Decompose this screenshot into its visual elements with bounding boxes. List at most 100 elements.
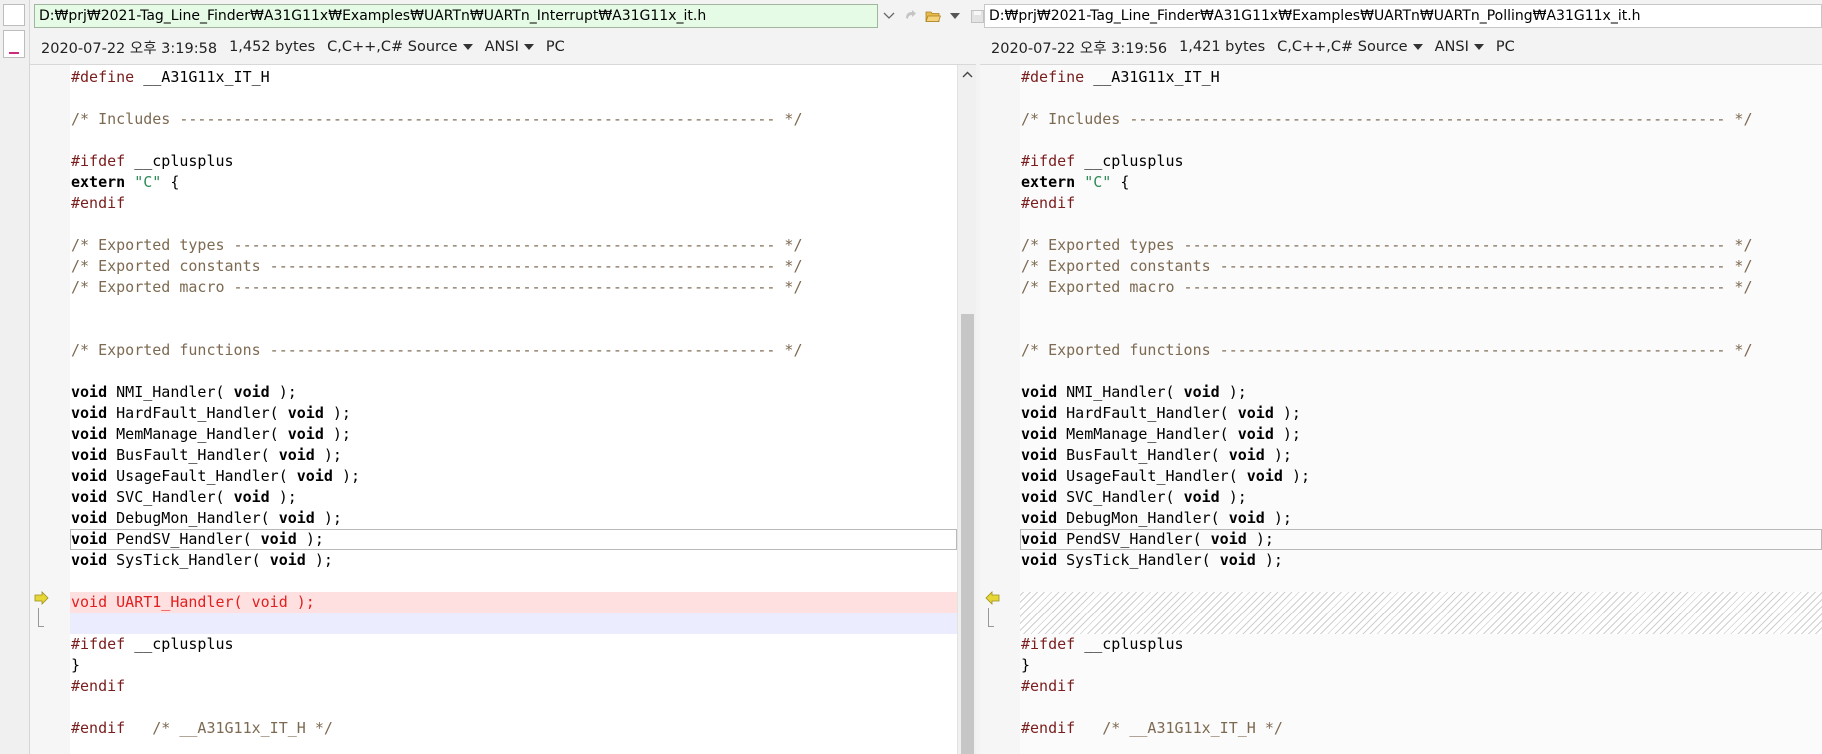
location-pane-top[interactable] (3, 4, 25, 26)
chevron-down-icon (1473, 44, 1484, 50)
right-syntax-select[interactable]: C,C++,C# Source (1277, 39, 1423, 55)
right-encoding-select[interactable]: ANSI (1435, 39, 1484, 55)
code-line: /* Exported types ----------------------… (71, 236, 803, 254)
diff-location-mark (9, 52, 19, 54)
right-code-lines: #define __A31G11x_IT_H /* Includes -----… (1020, 67, 1822, 739)
chevron-down-icon (523, 44, 534, 50)
left-file-pane: D:₩prj₩2021-Tag_Line_Finder₩A31G11x₩Exam… (30, 0, 984, 754)
scrollbar-thumb[interactable] (961, 314, 974, 754)
deleted-code-line[interactable]: void UART1_Handler( void ); (70, 592, 957, 613)
code-line: #define __A31G11x_IT_H (71, 68, 270, 86)
left-path-input[interactable]: D:₩prj₩2021-Tag_Line_Finder₩A31G11x₩Exam… (34, 4, 878, 28)
current-code-line[interactable]: void PendSV_Handler( void ); (70, 529, 957, 550)
right-file-pane: D:₩prj₩2021-Tag_Line_Finder₩A31G11x₩Exam… (980, 0, 1822, 754)
scroll-up-icon[interactable] (958, 67, 977, 81)
left-editor[interactable]: #define __A31G11x_IT_H /* Includes -----… (30, 64, 976, 754)
code-line: /* Exported functions ------------------… (1021, 341, 1753, 359)
next-diff-icon[interactable] (900, 4, 922, 28)
right-path-bar: D:₩prj₩2021-Tag_Line_Finder₩A31G11x₩Exam… (984, 4, 1822, 28)
code-line: } (1021, 656, 1031, 674)
left-eol-label[interactable]: PC (546, 39, 565, 55)
code-line: void SVC_Handler( void ); (71, 488, 297, 506)
code-line: void NMI_Handler( void ); (71, 383, 297, 401)
code-line: #endif (1021, 194, 1076, 212)
arrow-marker-icon (34, 591, 50, 605)
left-file-size: 1,452 bytes (229, 39, 316, 55)
diff-padding-line (70, 613, 957, 634)
code-line: void HardFault_Handler( void ); (1021, 404, 1301, 422)
code-line: /* Exported macro ----------------------… (71, 278, 803, 296)
code-line: } (71, 656, 81, 674)
code-line: #endif (71, 194, 126, 212)
code-line: #endif (71, 677, 126, 695)
missing-line-placeholder (1020, 592, 1822, 613)
left-code-lines: #define __A31G11x_IT_H /* Includes -----… (70, 67, 957, 739)
right-file-info: 2020-07-22 오후 3:19:56 1,421 bytes C,C++,… (980, 32, 1822, 62)
right-path-input[interactable]: D:₩prj₩2021-Tag_Line_Finder₩A31G11x₩Exam… (984, 4, 1822, 28)
code-line: void MemManage_Handler( void ); (1021, 425, 1301, 443)
right-encoding-label: ANSI (1434, 39, 1469, 55)
code-line: #ifdef __cplusplus (1021, 152, 1184, 170)
code-line: /* Exported constants ------------------… (1021, 257, 1753, 275)
code-line: #endif /* __A31G11x_IT_H */ (71, 719, 333, 737)
code-line: extern "C" { (1021, 173, 1130, 191)
code-line: void SVC_Handler( void ); (1021, 488, 1247, 506)
left-timestamp: 2020-07-22 오후 3:19:58 (41, 40, 218, 57)
code-line: #define __A31G11x_IT_H (1021, 68, 1220, 86)
right-gutter (980, 65, 1020, 754)
left-path-bar: D:₩prj₩2021-Tag_Line_Finder₩A31G11x₩Exam… (34, 4, 988, 28)
chevron-down-icon (1412, 44, 1423, 50)
chevron-down-icon (462, 44, 473, 50)
folder-open-icon[interactable] (922, 4, 944, 28)
left-vertical-scrollbar[interactable] (957, 65, 976, 754)
code-line: void MemManage_Handler( void ); (71, 425, 351, 443)
missing-line-placeholder (1020, 613, 1822, 634)
code-line: #endif /* __A31G11x_IT_H */ (1021, 719, 1283, 737)
code-line: #endif (1021, 677, 1076, 695)
right-timestamp: 2020-07-22 오후 3:19:56 (991, 40, 1168, 57)
right-file-size: 1,421 bytes (1179, 39, 1266, 55)
code-line: void BusFault_Handler( void ); (71, 446, 342, 464)
right-editor[interactable]: #define __A31G11x_IT_H /* Includes -----… (980, 64, 1822, 754)
left-encoding-select[interactable]: ANSI (485, 39, 534, 55)
code-line: /* Exported types ----------------------… (1021, 236, 1753, 254)
code-line: /* Includes ----------------------------… (71, 110, 803, 128)
code-line: void UsageFault_Handler( void ); (1021, 467, 1310, 485)
code-line: /* Exported constants ------------------… (71, 257, 803, 275)
current-code-line[interactable]: void PendSV_Handler( void ); (1020, 529, 1822, 550)
code-line: #ifdef __cplusplus (71, 152, 234, 170)
code-line: /* Exported functions ------------------… (71, 341, 803, 359)
diff-window: D:₩prj₩2021-Tag_Line_Finder₩A31G11x₩Exam… (0, 0, 1822, 754)
code-line: void DebugMon_Handler( void ); (1021, 509, 1292, 527)
code-line: #ifdef __cplusplus (1021, 635, 1184, 653)
left-gutter (30, 65, 70, 754)
code-line: extern "C" { (71, 173, 180, 191)
code-line: void SysTick_Handler( void ); (1021, 551, 1283, 569)
code-line: #ifdef __cplusplus (71, 635, 234, 653)
code-line: void SysTick_Handler( void ); (71, 551, 333, 569)
right-syntax-label: C,C++,C# Source (1277, 39, 1408, 55)
left-syntax-select[interactable]: C,C++,C# Source (327, 39, 473, 55)
chevron-down-icon[interactable] (944, 4, 966, 28)
diff-block-bracket (38, 608, 44, 627)
chevron-down-icon[interactable] (878, 4, 900, 28)
right-eol-label[interactable]: PC (1496, 39, 1515, 55)
left-syntax-label: C,C++,C# Source (327, 39, 458, 55)
code-line: void NMI_Handler( void ); (1021, 383, 1247, 401)
